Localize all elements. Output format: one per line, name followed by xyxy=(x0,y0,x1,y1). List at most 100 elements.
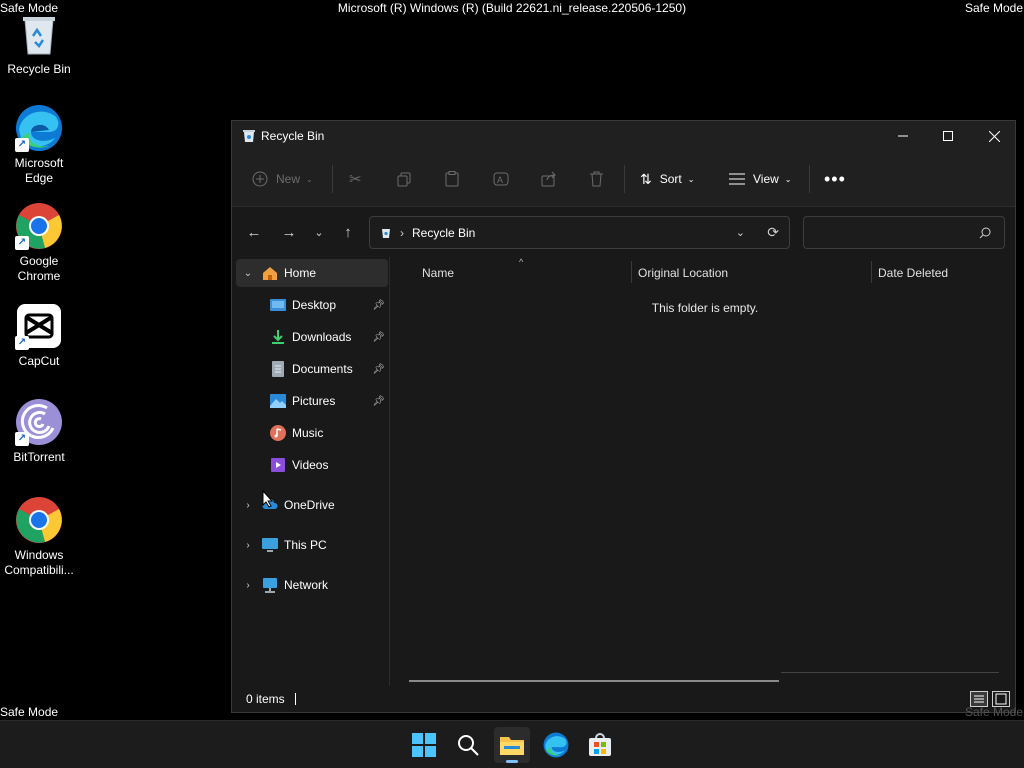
view-button[interactable]: View ⌄ xyxy=(729,163,792,195)
home-icon xyxy=(263,267,277,280)
column-divider[interactable] xyxy=(631,261,632,283)
sort-button[interactable]: ⇅ Sort ⌄ xyxy=(640,163,694,195)
nav-item-videos[interactable]: Videos xyxy=(236,451,388,479)
shortcut-arrow-icon: ↗ xyxy=(15,432,29,446)
music-icon xyxy=(270,425,286,441)
nav-label: Desktop xyxy=(292,298,337,312)
toolbar-separator xyxy=(809,165,810,193)
forward-button[interactable]: → xyxy=(277,220,301,244)
command-bar: New ⌄ ✂ A ⇅ Sort ⌄ View ⌄ ••• xyxy=(232,151,1015,207)
chevron-down-icon: ⌄ xyxy=(687,174,695,184)
shortcut-arrow-icon: ↗ xyxy=(15,138,29,152)
paste-icon xyxy=(445,171,459,187)
nav-item-music[interactable]: Music xyxy=(236,419,388,447)
new-button[interactable]: New ⌄ xyxy=(252,163,313,195)
pin-icon[interactable]: 📌︎ xyxy=(372,300,385,311)
rename-button[interactable]: A xyxy=(493,163,509,195)
more-options-button[interactable]: ••• xyxy=(824,163,846,195)
desktop-icon-windows-compatibility[interactable]: Windows Compatibili... xyxy=(0,496,78,578)
nav-item-pictures[interactable]: Pictures 📌︎ xyxy=(236,387,388,415)
column-divider[interactable] xyxy=(871,261,872,283)
view-label: View xyxy=(753,172,779,186)
window-title: Recycle Bin xyxy=(261,129,325,143)
nav-item-home[interactable]: ⌄ Home xyxy=(236,259,388,287)
more-icon: ••• xyxy=(824,168,846,189)
close-button[interactable] xyxy=(971,121,1017,151)
taskbar-store-button[interactable] xyxy=(582,727,618,763)
nav-item-this-pc[interactable]: › This PC xyxy=(236,531,388,559)
copy-button[interactable] xyxy=(397,163,412,195)
horizontal-scrollbar[interactable] xyxy=(409,680,779,682)
column-header-name[interactable]: Name xyxy=(422,266,454,280)
close-icon xyxy=(988,130,1000,142)
nav-label: Home xyxy=(284,266,317,280)
desktop-icon-recycle-bin[interactable]: Recycle Bin xyxy=(0,10,78,77)
delete-button[interactable] xyxy=(589,163,604,195)
desktop-icon-edge[interactable]: ↗ Microsoft Edge xyxy=(0,104,78,186)
nav-item-desktop[interactable]: Desktop 📌︎ xyxy=(236,291,388,319)
taskbar-edge-button[interactable] xyxy=(538,727,574,763)
recycle-bin-icon xyxy=(15,10,63,58)
maximize-button[interactable] xyxy=(925,121,971,151)
new-label: New xyxy=(276,172,301,186)
recycle-bin-icon xyxy=(382,228,390,238)
pin-icon[interactable]: 📌︎ xyxy=(372,396,385,407)
chrome-icon xyxy=(15,496,63,544)
toolbar-separator xyxy=(332,165,333,193)
cut-button[interactable]: ✂ xyxy=(349,163,362,195)
build-info-label: Microsoft (R) Windows (R) (Build 22621.n… xyxy=(337,1,687,15)
paste-button[interactable] xyxy=(445,163,460,195)
desktop-icon-bittorrent[interactable]: ↗ BitTorrent xyxy=(0,398,78,465)
nav-item-downloads[interactable]: Downloads 📌︎ xyxy=(236,323,388,351)
picture-icon xyxy=(270,394,286,408)
rename-icon: A xyxy=(493,172,509,186)
column-header-original-location[interactable]: Original Location xyxy=(638,266,728,280)
up-button[interactable]: ↑ xyxy=(336,220,360,244)
recent-locations-button[interactable]: ⌄ xyxy=(307,220,331,244)
chevron-down-icon: ⌄ xyxy=(784,174,792,184)
view-list-icon xyxy=(729,173,745,185)
edge-icon: ↗ xyxy=(15,104,63,152)
item-count: 0 items xyxy=(246,692,285,706)
desktop-icon-chrome[interactable]: ↗ Google Chrome xyxy=(0,202,78,284)
pin-icon[interactable]: 📌︎ xyxy=(372,364,385,375)
active-indicator xyxy=(506,760,518,763)
start-button[interactable] xyxy=(406,727,442,763)
nav-item-network[interactable]: › Network xyxy=(236,571,388,599)
nav-label: Documents xyxy=(292,362,353,376)
edge-icon xyxy=(543,732,569,758)
chevron-down-icon: ⌄ xyxy=(243,267,253,279)
address-dropdown-icon[interactable]: ⌄ xyxy=(736,226,745,239)
refresh-icon[interactable]: ⟳ xyxy=(767,224,779,241)
nav-item-onedrive[interactable]: › OneDrive xyxy=(236,491,388,519)
status-bar: 0 items xyxy=(232,686,1015,712)
download-icon xyxy=(272,330,284,344)
share-button[interactable] xyxy=(541,163,557,195)
file-list: ^ Name Original Location Date Deleted Th… xyxy=(391,257,1015,686)
search-icon xyxy=(458,735,479,756)
pin-icon[interactable]: 📌︎ xyxy=(372,332,385,343)
nav-item-documents[interactable]: Documents 📌︎ xyxy=(236,355,388,383)
breadcrumb-item[interactable]: Recycle Bin xyxy=(412,226,475,240)
status-divider xyxy=(294,693,296,705)
title-bar[interactable]: Recycle Bin xyxy=(232,121,1015,151)
mouse-cursor-icon xyxy=(262,490,274,508)
shortcut-arrow-icon: ↗ xyxy=(15,336,29,350)
desktop-folder-icon xyxy=(270,299,286,311)
sort-icon: ⇅ xyxy=(640,170,652,187)
chevron-down-icon: ⌄ xyxy=(306,174,313,184)
chevron-right-icon: › xyxy=(246,579,250,591)
minimize-button[interactable] xyxy=(880,121,926,151)
column-header-date-deleted[interactable]: Date Deleted xyxy=(878,266,948,280)
search-input[interactable] xyxy=(803,216,1005,249)
breadcrumb-separator-icon: › xyxy=(400,225,404,240)
back-button[interactable]: ← xyxy=(242,220,266,244)
nav-label: Videos xyxy=(292,458,329,472)
details-view-icon xyxy=(974,695,984,703)
taskbar-file-explorer-button[interactable] xyxy=(494,727,530,763)
file-explorer-window: Recycle Bin New ⌄ ✂ A ⇅ Sort ⌄ View ⌄ ••… xyxy=(231,120,1016,713)
recycle-bin-icon xyxy=(243,130,255,142)
address-bar[interactable]: › Recycle Bin ⌄ ⟳ xyxy=(369,216,790,249)
desktop-icon-capcut[interactable]: ↗ CapCut xyxy=(0,302,78,369)
taskbar-search-button[interactable] xyxy=(450,727,486,763)
